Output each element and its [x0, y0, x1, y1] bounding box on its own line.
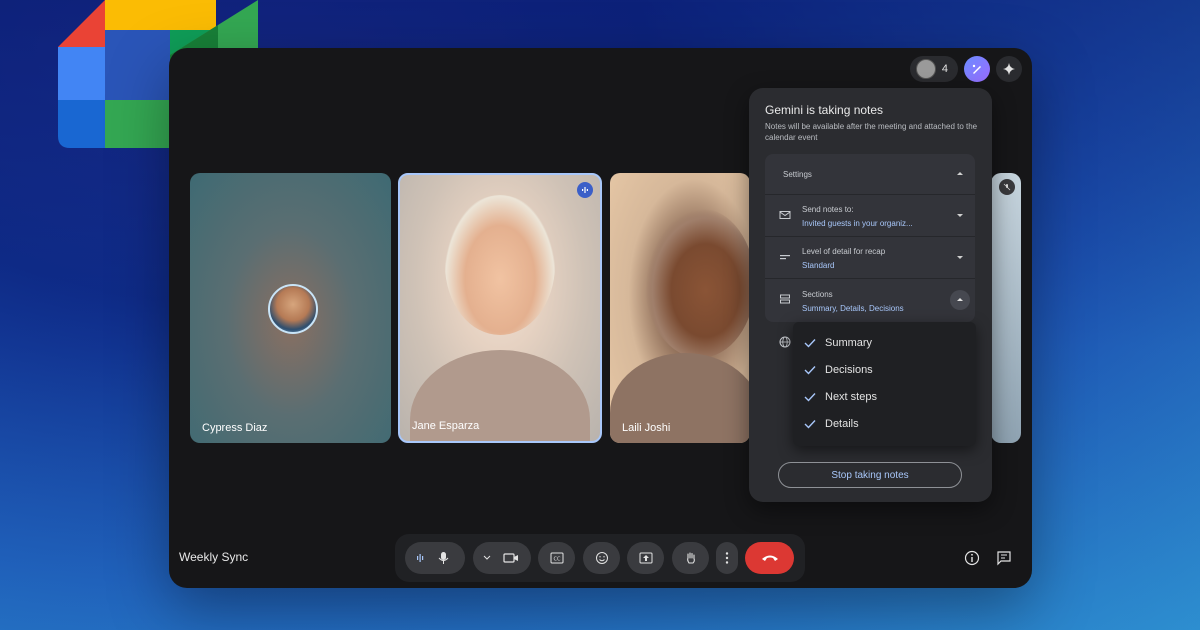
short-text-icon — [780, 255, 790, 260]
sections-dropdown-menu: Summary Decisions Next steps Details — [793, 322, 976, 446]
leave-call-button[interactable] — [745, 542, 794, 574]
camera-button[interactable] — [473, 542, 531, 574]
chevron-up-icon — [957, 298, 963, 301]
panel-title: Gemini is taking notes — [765, 103, 884, 117]
participant-tile[interactable] — [991, 173, 1021, 443]
detail-value: Standard — [802, 261, 835, 270]
sections-label: Sections — [802, 290, 833, 299]
menu-item-label: Decisions — [825, 364, 873, 376]
check-icon — [804, 339, 816, 348]
sections-icon — [780, 294, 790, 304]
send-notes-value: Invited guests in your organiz... — [802, 219, 913, 228]
menu-item-next-steps[interactable]: Next steps — [793, 384, 976, 411]
menu-item-summary[interactable]: Summary — [793, 330, 976, 357]
menu-item-decisions[interactable]: Decisions — [793, 357, 976, 384]
more-vert-icon — [725, 552, 729, 564]
meeting-title: Weekly Sync — [179, 550, 249, 564]
detail-level-row[interactable]: Level of detail for recap Standard — [765, 237, 975, 279]
present-screen-icon — [639, 552, 652, 564]
gemini-notes-button[interactable] — [964, 56, 990, 82]
menu-item-label: Details — [825, 418, 859, 430]
emoji-icon — [595, 552, 608, 564]
participant-avatar — [915, 59, 936, 79]
gemini-button[interactable] — [996, 56, 1022, 82]
raise-hand-button[interactable] — [672, 542, 709, 574]
call-controls-bar: CC — [395, 534, 805, 582]
chevron-up-icon — [957, 172, 963, 175]
settings-card: Settings Send notes to: Invited guests i… — [765, 154, 975, 322]
svg-text:CC: CC — [553, 557, 560, 563]
mail-icon — [779, 211, 791, 219]
send-notes-label: Send notes to: — [802, 205, 854, 214]
hand-icon — [686, 552, 695, 564]
more-options-button[interactable] — [716, 542, 738, 574]
chat-icon[interactable] — [996, 550, 1012, 566]
end-call-icon — [761, 555, 778, 561]
panel-subtitle: Notes will be available after the meetin… — [765, 122, 978, 142]
sections-value: Summary, Details, Decisions — [802, 304, 904, 313]
participant-video — [645, 208, 750, 358]
top-right-controls: 4 — [909, 56, 1022, 82]
settings-header[interactable]: Settings — [765, 154, 975, 195]
microphone-button[interactable] — [405, 542, 465, 574]
sparkle-icon — [1003, 63, 1015, 75]
settings-label: Settings — [783, 170, 812, 179]
collapse-button[interactable] — [950, 290, 970, 310]
reactions-button[interactable] — [583, 542, 620, 574]
detail-label: Level of detail for recap — [802, 247, 886, 256]
mic-off-icon — [999, 179, 1015, 195]
chevron-down-icon — [957, 214, 963, 217]
present-button[interactable] — [627, 542, 664, 574]
send-notes-row[interactable]: Send notes to: Invited guests in your or… — [765, 195, 975, 237]
participant-tile-active-speaker[interactable]: Jane Esparza — [398, 173, 602, 443]
info-icon[interactable] — [964, 550, 980, 566]
menu-item-label: Summary — [825, 337, 873, 349]
avatar — [268, 284, 318, 334]
participant-name: Jane Esparza — [412, 420, 480, 432]
participant-count: 4 — [941, 63, 948, 75]
participant-name: Cypress Diaz — [202, 422, 268, 434]
menu-item-label: Next steps — [825, 391, 877, 403]
video-camera-icon — [483, 553, 518, 563]
participant-name: Laili Joshi — [622, 422, 671, 434]
check-icon — [804, 366, 816, 375]
sections-row[interactable]: Sections Summary, Details, Decisions — [765, 279, 975, 322]
check-icon — [804, 420, 816, 429]
pencil-sparkle-icon — [972, 64, 981, 74]
check-icon — [804, 393, 816, 402]
participant-video — [445, 195, 555, 335]
microphone-icon — [417, 552, 449, 564]
globe-icon — [779, 336, 791, 348]
closed-captions-icon: CC — [550, 552, 563, 564]
stop-taking-notes-button[interactable]: Stop taking notes — [778, 462, 962, 488]
participants-button[interactable]: 4 — [909, 56, 958, 82]
speaking-indicator-icon — [577, 182, 593, 198]
gemini-notes-panel: Gemini is taking notes Notes will be ava… — [749, 88, 992, 502]
captions-button[interactable]: CC — [538, 542, 575, 574]
chevron-down-icon — [957, 256, 963, 259]
participant-tile[interactable]: Cypress Diaz — [190, 173, 391, 443]
menu-item-details[interactable]: Details — [793, 411, 976, 438]
participant-tile[interactable]: Laili Joshi — [610, 173, 750, 443]
meet-window: 4 Cypress Diaz Jane Esparza Laili Joshi — [169, 48, 1032, 588]
